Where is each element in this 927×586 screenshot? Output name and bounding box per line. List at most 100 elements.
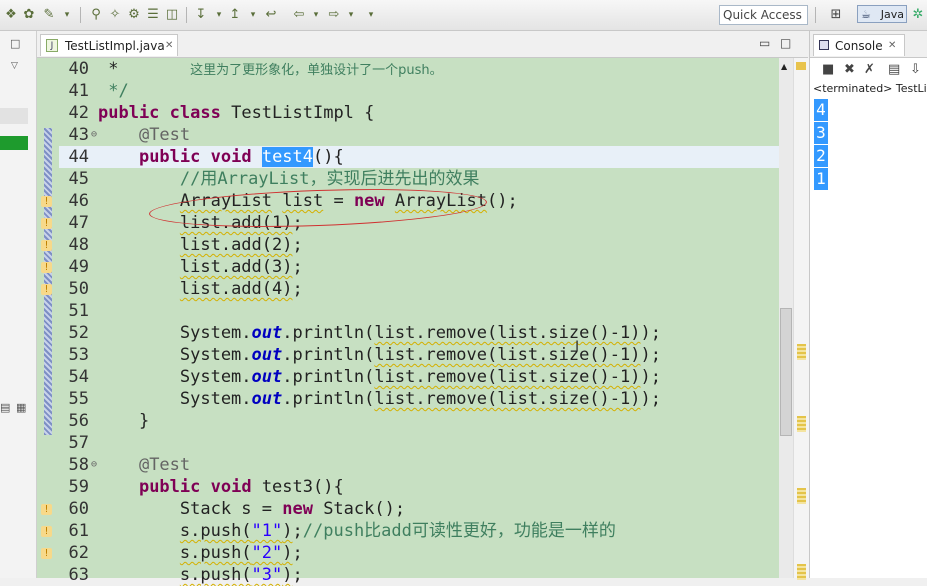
code-line[interactable]: 54 System.out.println(list.remove(list.s…	[59, 366, 779, 388]
back-arrow-icon[interactable]: ⇦	[290, 6, 308, 24]
open-type-icon[interactable]: ❖	[2, 6, 20, 24]
warning-icon[interactable]: !	[41, 218, 52, 229]
console-tab-label: Console	[835, 39, 883, 53]
java-perspective-button[interactable]: ☕ Java	[857, 5, 907, 23]
vertical-scrollbar[interactable]: ▲	[779, 58, 793, 578]
code-line[interactable]: 55 System.out.println(list.remove(list.s…	[59, 388, 779, 410]
overview-ruler[interactable]	[793, 58, 809, 580]
hierarchy-view-icon[interactable]: ▦	[16, 401, 26, 414]
code-token: ;	[292, 235, 303, 255]
terminate-icon[interactable]: ■	[822, 62, 834, 77]
pencil-icon[interactable]: ✎	[40, 6, 58, 24]
code-token: new	[282, 499, 313, 519]
warning-icon[interactable]: !	[41, 284, 52, 295]
warning-icon[interactable]: !	[41, 240, 52, 251]
warning-icon[interactable]: !	[41, 526, 52, 537]
code-token: list.add(4)	[179, 279, 293, 299]
code-token: ;	[292, 565, 303, 585]
console-tab[interactable]: Console ✕	[813, 34, 905, 56]
close-icon[interactable]: ✕	[888, 35, 896, 57]
view-menu-icon[interactable]: ▽	[11, 61, 18, 71]
code-area[interactable]: !!!!!!!! 40 * 这里为了更形象化，单独设计了一个push。 41 */…	[37, 58, 809, 585]
overview-warning-mark[interactable]	[797, 488, 806, 504]
warning-icon[interactable]: !	[41, 262, 52, 273]
wand-icon[interactable]: ✧	[106, 6, 124, 24]
code-line[interactable]: 50 list.add(4);	[59, 278, 779, 300]
remove-launch-icon[interactable]: ✖	[844, 62, 855, 77]
line-number: 56	[68, 411, 89, 431]
frame-icon[interactable]: ◫	[163, 6, 181, 24]
code-text: Stack s = new Stack();	[98, 498, 405, 520]
warning-icon[interactable]: !	[41, 196, 52, 207]
outline-view-icon[interactable]: ▤	[0, 401, 10, 414]
remove-all-icon[interactable]: ✗	[864, 62, 875, 77]
warning-icon[interactable]: !	[41, 504, 52, 515]
code-line[interactable]: 43 ⊖ @Test	[59, 124, 779, 146]
quick-access-input[interactable]: Quick Access	[719, 5, 808, 25]
code-token: Stack s =	[98, 499, 283, 519]
dropdown-arrow-icon[interactable]: ▾	[362, 6, 380, 24]
perspective-icon[interactable]: ⊞	[827, 6, 845, 24]
code-line[interactable]: 42 public class TestListImpl {	[59, 102, 779, 124]
scrollbar-thumb[interactable]	[780, 308, 792, 436]
code-token: TestListImpl {	[220, 103, 375, 123]
scroll-lock-icon[interactable]: ⇩	[910, 62, 921, 77]
clear-console-icon[interactable]: ▤	[888, 62, 900, 77]
code-token: ;	[292, 521, 303, 541]
dropdown-arrow-icon[interactable]: ▾	[58, 6, 76, 24]
console-tab-bar: Console ✕	[810, 31, 927, 58]
list-icon[interactable]: ☰	[144, 6, 162, 24]
editor-tab-testlistimpl[interactable]: J TestListImpl.java ✕	[40, 34, 178, 56]
code-line[interactable]: 41 */	[59, 80, 779, 102]
dropdown-arrow-icon[interactable]: ▾	[307, 6, 325, 24]
code-line[interactable]: 45 //用ArrayList，实现后进先出的效果	[59, 168, 779, 190]
fold-icon[interactable]: ⊖	[91, 124, 97, 146]
code-text: public class TestListImpl {	[98, 102, 374, 124]
open-folder-icon[interactable]: ✿	[20, 6, 38, 24]
code-line[interactable]: 52 System.out.println(list.remove(list.s…	[59, 322, 779, 344]
code-line[interactable]: 59 public void test3(){	[59, 476, 779, 498]
prev-annotation-icon[interactable]: ↥	[226, 6, 244, 24]
code-line[interactable]: 48 list.add(2);	[59, 234, 779, 256]
code-line[interactable]: 40 * 这里为了更形象化，单独设计了一个push。	[59, 58, 779, 80]
code-line[interactable]: 57	[59, 432, 779, 454]
code-line[interactable]: 51	[59, 300, 779, 322]
collapsed-view-item[interactable]	[0, 108, 28, 124]
console-status-text: <terminated> TestListImpl	[813, 82, 927, 95]
code-line[interactable]: 61 s.push("1");//push比add可读性更好，功能是一样的	[59, 520, 779, 542]
code-line[interactable]: 60 Stack s = new Stack();	[59, 498, 779, 520]
code-line[interactable]: 49 list.add(3);	[59, 256, 779, 278]
overview-warning-mark[interactable]	[797, 416, 806, 432]
code-line[interactable]: 44 public void test4(){	[59, 146, 779, 168]
dropdown-arrow-icon[interactable]: ▾	[244, 6, 262, 24]
dropdown-arrow-icon[interactable]: ▾	[342, 6, 360, 24]
debug-perspective-icon[interactable]: ✲	[909, 6, 927, 24]
code-line[interactable]: 56 }	[59, 410, 779, 432]
maximize-icon[interactable]: □	[780, 36, 791, 50]
task-icon[interactable]: ⚙	[125, 6, 143, 24]
code-line[interactable]: 53 System.out.println(list.remove(list.s…	[59, 344, 779, 366]
last-edit-icon[interactable]: ↩	[262, 6, 280, 24]
code-line[interactable]: 63 s.push("3");	[59, 564, 779, 586]
code-line[interactable]: 58 ⊖ @Test	[59, 454, 779, 476]
scroll-up-icon[interactable]: ▲	[781, 62, 787, 71]
restore-icon[interactable]: □	[10, 37, 20, 50]
forward-arrow-icon[interactable]: ⇨	[325, 6, 343, 24]
code-token: }	[98, 411, 150, 431]
code-line[interactable]: 62 s.push("2");	[59, 542, 779, 564]
minimize-icon[interactable]: ▭	[759, 36, 770, 50]
code-token: out	[251, 389, 283, 409]
fold-icon[interactable]: ⊖	[91, 454, 97, 476]
warning-icon[interactable]: !	[41, 548, 52, 559]
overview-warning-mark[interactable]	[797, 344, 806, 360]
code-token: ();	[487, 191, 518, 211]
pin-icon[interactable]: ⚲	[87, 6, 105, 24]
code-token: .println(	[282, 345, 375, 365]
overview-warning-summary[interactable]	[796, 62, 806, 70]
close-icon[interactable]: ✕	[165, 35, 173, 57]
java-icon: ☕	[861, 8, 871, 21]
collapsed-view-progress[interactable]	[0, 136, 28, 150]
next-annotation-icon[interactable]: ↧	[192, 6, 210, 24]
